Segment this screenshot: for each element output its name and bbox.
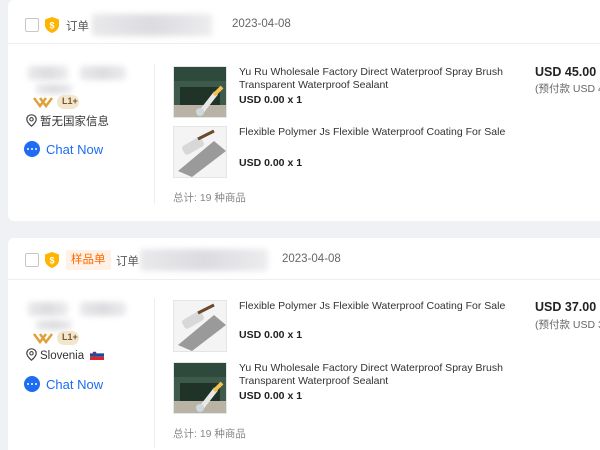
chat-now-label: Chat Now	[46, 142, 104, 157]
chat-now-button[interactable]: Chat Now	[24, 141, 103, 157]
item-price-quantity: USD 0.00 x 1	[239, 329, 303, 341]
coating-roller-image	[174, 301, 226, 351]
chat-bubble-icon	[24, 376, 40, 392]
supplier-level: L1+	[62, 332, 78, 342]
order-number-label: 订单	[66, 21, 89, 33]
spray-sealant-image	[174, 67, 226, 117]
order-item[interactable]: Yu Ru Wholesale Factory Direct Waterproo…	[173, 362, 523, 420]
redacted-seller-name	[80, 302, 126, 316]
order-date: 2023-04-08	[282, 253, 341, 265]
svg-text:$: $	[49, 21, 54, 31]
supplier-level-badge: L1+	[30, 330, 90, 346]
column-divider	[154, 64, 155, 204]
total-items-count: 总计: 19 种商品	[173, 428, 246, 440]
product-title[interactable]: Flexible Polymer Js Flexible Waterproof …	[239, 126, 509, 139]
trade-assurance-icon: $	[45, 252, 59, 268]
order-header: $ 样品单 订单 2023-04-08	[8, 238, 600, 280]
order-item[interactable]: Flexible Polymer Js Flexible Waterproof …	[173, 126, 523, 184]
redacted-seller-name	[80, 66, 126, 80]
product-thumbnail-coating[interactable]	[173, 300, 227, 352]
order-item[interactable]: Yu Ru Wholesale Factory Direct Waterproo…	[173, 66, 523, 124]
prepayment-amount: (预付款 USD 4	[535, 83, 600, 95]
supplier-level-badge: L1+	[30, 94, 90, 110]
location-pin-icon	[26, 348, 37, 361]
slovenia-flag-icon	[90, 349, 105, 360]
order-amount: USD 37.00	[535, 300, 597, 314]
seller-country: Slovenia	[40, 350, 85, 362]
redacted-seller-name	[36, 320, 72, 330]
seller-country: 暂无国家信息	[40, 116, 109, 128]
item-price-quantity: USD 0.00 x 1	[239, 390, 303, 402]
order-item[interactable]: Flexible Polymer Js Flexible Waterproof …	[173, 300, 523, 358]
product-title[interactable]: Yu Ru Wholesale Factory Direct Waterproo…	[239, 362, 509, 388]
level-badge-icon	[33, 95, 79, 109]
seller-location: Slovenia	[26, 348, 107, 362]
svg-text:$: $	[49, 256, 54, 266]
item-price-quantity: USD 0.00 x 1	[239, 94, 303, 106]
total-items-count: 总计: 19 种商品	[173, 192, 246, 204]
order-checkbox[interactable]	[25, 18, 39, 32]
sample-order-tag: 样品单	[66, 250, 111, 270]
item-price-quantity: USD 0.00 x 1	[239, 157, 303, 169]
product-thumbnail-spray-sealant[interactable]	[173, 66, 227, 118]
redacted-seller-name	[36, 84, 72, 94]
trade-assurance-icon: $	[45, 17, 59, 33]
redacted-seller-name	[28, 302, 68, 316]
column-divider	[154, 298, 155, 448]
prepayment-amount: (预付款 USD 3	[535, 319, 600, 331]
level-badge-icon	[33, 331, 79, 345]
order-date: 2023-04-08	[232, 18, 291, 30]
spray-sealant-image	[174, 363, 226, 413]
chat-now-label: Chat Now	[46, 377, 104, 392]
supplier-level: L1+	[62, 96, 78, 106]
redacted-order-number	[140, 249, 268, 271]
order-header: $ 订单 2023-04-08	[8, 0, 600, 44]
chat-now-button[interactable]: Chat Now	[24, 376, 103, 392]
order-card: $ 样品单 订单 2023-04-08 L1+ Slovenia Chat No…	[8, 238, 600, 450]
order-card: $ 订单 2023-04-08 L1+ 暂无国家信息 Chat Now Yu R…	[8, 0, 600, 221]
seller-location: 暂无国家信息	[26, 113, 109, 129]
product-thumbnail-coating[interactable]	[173, 126, 227, 178]
order-amount: USD 45.00	[535, 65, 597, 79]
redacted-order-number	[92, 14, 212, 36]
coating-roller-image	[174, 127, 226, 177]
order-number-label: 订单	[116, 256, 139, 268]
product-title[interactable]: Yu Ru Wholesale Factory Direct Waterproo…	[239, 66, 509, 92]
chat-bubble-icon	[24, 141, 40, 157]
product-thumbnail-spray-sealant[interactable]	[173, 362, 227, 414]
location-pin-icon	[26, 114, 37, 127]
product-title[interactable]: Flexible Polymer Js Flexible Waterproof …	[239, 300, 509, 313]
redacted-seller-name	[28, 66, 68, 80]
order-checkbox[interactable]	[25, 253, 39, 267]
